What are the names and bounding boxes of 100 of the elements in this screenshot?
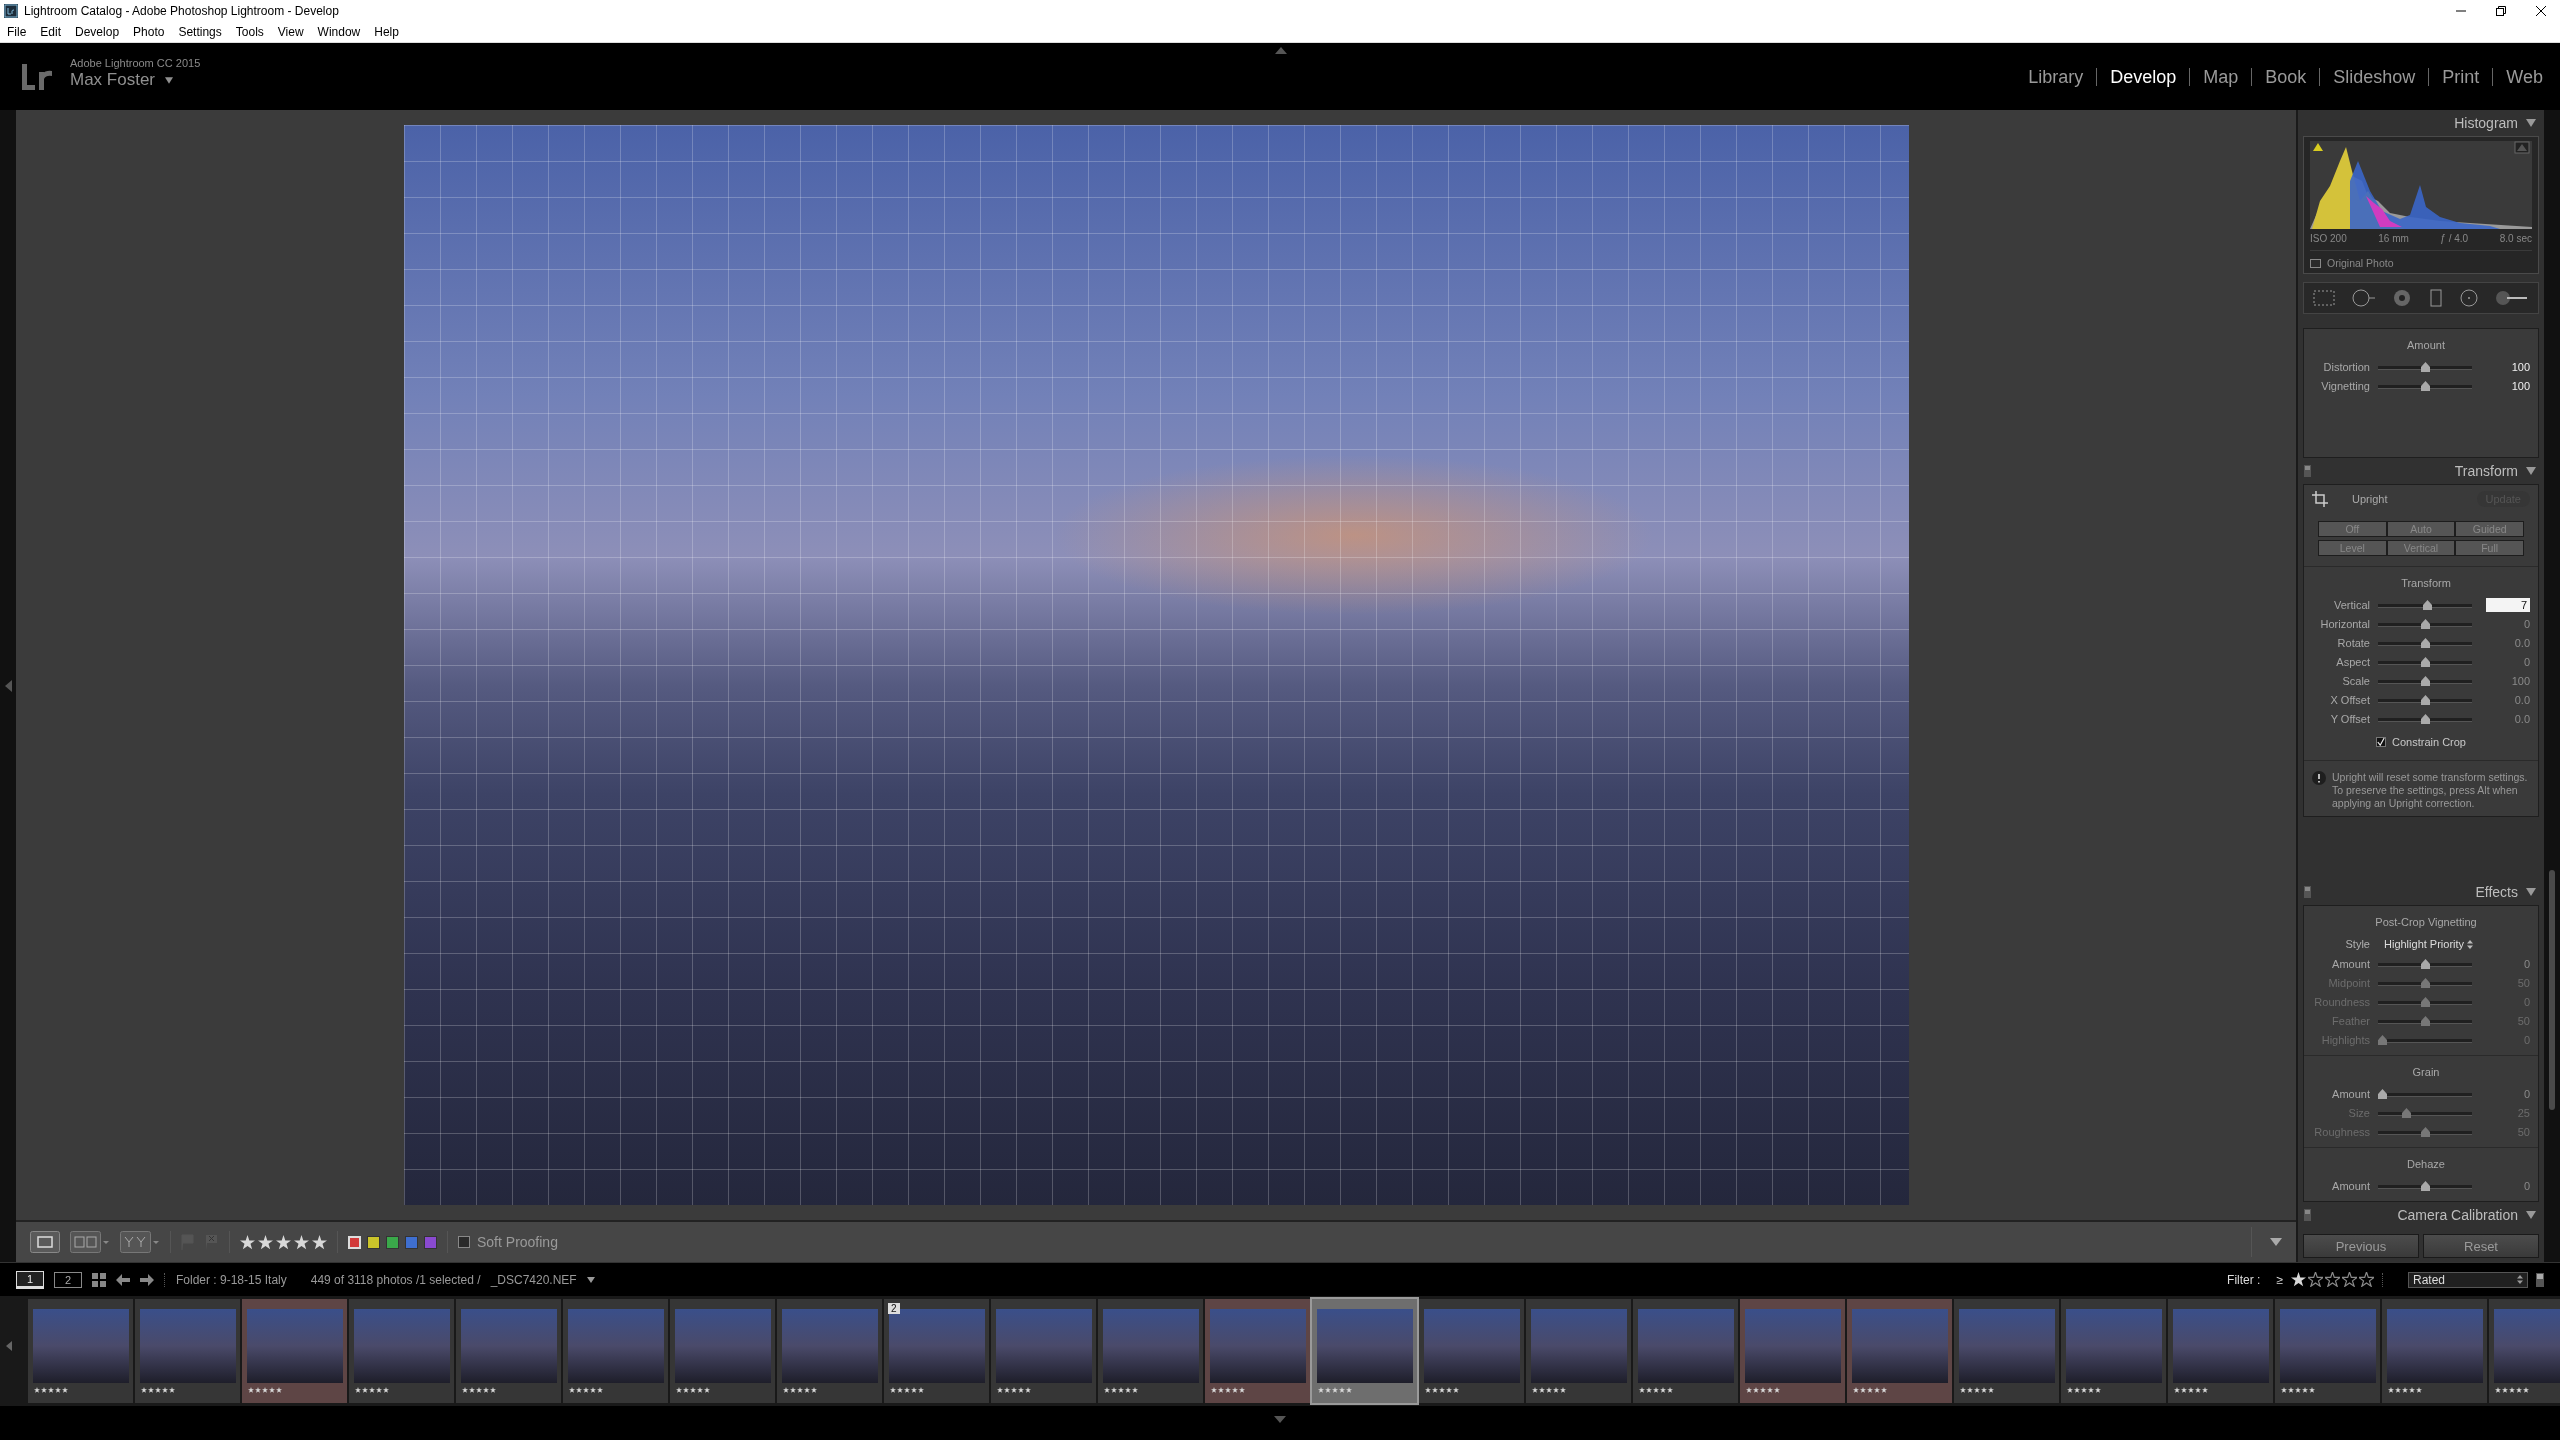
radial-filter-icon[interactable] bbox=[2459, 289, 2478, 307]
before-after-icon[interactable] bbox=[120, 1231, 160, 1253]
filter-operator[interactable]: ≥ bbox=[2276, 1272, 2283, 1287]
module-tab[interactable]: Library bbox=[2015, 67, 2097, 86]
file-name[interactable]: _DSC7420.NEF bbox=[490, 1272, 577, 1287]
spot-removal-icon[interactable] bbox=[2352, 289, 2376, 307]
panel-title[interactable]: Effects bbox=[2475, 884, 2518, 900]
slider-thumb[interactable] bbox=[2420, 958, 2430, 969]
restore-icon[interactable] bbox=[2496, 5, 2506, 16]
color-label-swatch[interactable] bbox=[405, 1235, 418, 1249]
module-tab[interactable]: Book bbox=[2251, 67, 2320, 86]
thumbnail-cell[interactable]: 2 bbox=[884, 1299, 989, 1403]
expand-arrow-icon[interactable] bbox=[4, 680, 12, 692]
value-field[interactable]: 7 bbox=[2486, 597, 2530, 612]
thumbnail-cell[interactable] bbox=[1526, 1299, 1631, 1403]
brush-icon[interactable] bbox=[2495, 290, 2530, 306]
checkbox[interactable] bbox=[458, 1236, 470, 1248]
scrollbar-thumb-icon[interactable] bbox=[2549, 870, 2555, 1110]
thumbnail-cell[interactable] bbox=[349, 1299, 454, 1403]
panel-switch-icon[interactable] bbox=[2304, 465, 2311, 477]
thumbnail-cell[interactable] bbox=[777, 1299, 882, 1403]
module-tab[interactable]: Web bbox=[2492, 67, 2556, 86]
panel-title[interactable]: Transform bbox=[2454, 463, 2518, 479]
crop-icon[interactable] bbox=[2312, 491, 2328, 507]
slider-thumb[interactable] bbox=[2378, 1088, 2387, 1099]
collapse-icon[interactable] bbox=[2526, 888, 2536, 896]
crop-overlay-icon[interactable] bbox=[2312, 290, 2335, 306]
user-name[interactable]: Max Foster bbox=[70, 70, 156, 90]
menu-item[interactable]: Photo bbox=[126, 24, 172, 39]
dropdown-icon[interactable] bbox=[586, 1276, 595, 1283]
slider-thumb[interactable] bbox=[2420, 656, 2430, 667]
menu-item[interactable]: Window bbox=[310, 24, 368, 39]
slider-thumb[interactable] bbox=[2420, 1180, 2430, 1191]
thumbnail-cell[interactable] bbox=[242, 1299, 347, 1403]
menu-item[interactable]: Settings bbox=[171, 24, 229, 39]
checkbox[interactable] bbox=[2376, 737, 2386, 747]
collapse-icon[interactable] bbox=[2526, 119, 2536, 127]
filter-preset-dropdown[interactable]: Rated bbox=[2408, 1271, 2528, 1288]
source-label[interactable]: Folder : 9-18-15 Italy bbox=[176, 1272, 287, 1287]
filter-switch-icon[interactable] bbox=[2536, 1272, 2544, 1287]
collapse-arrow-icon[interactable] bbox=[1275, 47, 1287, 54]
module-tab[interactable]: Map bbox=[2189, 67, 2252, 86]
thumbnail-cell[interactable] bbox=[1740, 1299, 1845, 1403]
module-tab[interactable]: Print bbox=[2428, 67, 2493, 86]
menu-item[interactable]: File bbox=[0, 24, 34, 39]
panel-title[interactable]: Histogram bbox=[2454, 115, 2518, 131]
thumbnail-cell[interactable] bbox=[670, 1299, 775, 1403]
panel-switch-icon[interactable] bbox=[2304, 886, 2311, 898]
grid-view-icon[interactable] bbox=[92, 1272, 106, 1287]
window-button[interactable]: 2 bbox=[54, 1271, 82, 1288]
checkbox[interactable] bbox=[2310, 258, 2321, 268]
panel-button[interactable]: Previous bbox=[2303, 1234, 2419, 1258]
collapse-icon[interactable] bbox=[2526, 1211, 2536, 1219]
clipping-indicator-icon[interactable] bbox=[2514, 141, 2530, 154]
style-dropdown[interactable]: Highlight Priority bbox=[2384, 938, 2474, 950]
before-after-icon[interactable] bbox=[70, 1231, 110, 1253]
loupe-view-icon[interactable] bbox=[30, 1231, 60, 1253]
close-icon[interactable] bbox=[2536, 5, 2546, 16]
menu-item[interactable]: Edit bbox=[33, 24, 69, 39]
pupil-circle-icon[interactable] bbox=[2393, 289, 2412, 307]
dropdown-icon[interactable] bbox=[2270, 1238, 2282, 1246]
thumbnail-cell[interactable] bbox=[135, 1299, 240, 1403]
collapse-icon[interactable] bbox=[2526, 467, 2536, 475]
menu-item[interactable]: Help bbox=[367, 24, 406, 39]
slider-thumb[interactable] bbox=[2420, 361, 2430, 372]
menu-item[interactable]: View bbox=[270, 24, 311, 39]
back-arrow-icon[interactable] bbox=[116, 1273, 130, 1286]
thumbnail-cell[interactable] bbox=[1954, 1299, 2059, 1403]
module-tab[interactable]: Slideshow bbox=[2319, 67, 2429, 86]
thumbnail-cell[interactable] bbox=[1633, 1299, 1738, 1403]
thumbnail-cell[interactable] bbox=[991, 1299, 1096, 1403]
panel-title[interactable]: Camera Calibration bbox=[2397, 1207, 2518, 1223]
panel-switch-icon[interactable] bbox=[2304, 1209, 2311, 1221]
thumbnail-cell[interactable] bbox=[563, 1299, 668, 1403]
window-button[interactable]: 1 bbox=[16, 1270, 44, 1289]
graduated-filter-icon[interactable] bbox=[2428, 289, 2443, 307]
thumbnail-cell[interactable] bbox=[2382, 1299, 2487, 1403]
module-tab[interactable]: Develop bbox=[2096, 67, 2190, 86]
thumbnail-cell[interactable] bbox=[2275, 1299, 2380, 1403]
thumbnail-cell[interactable] bbox=[456, 1299, 561, 1403]
color-label-swatch[interactable] bbox=[386, 1235, 399, 1249]
scroll-left-icon[interactable] bbox=[6, 1341, 12, 1351]
expand-arrow-icon[interactable] bbox=[1274, 1416, 1286, 1423]
thumbnail-cell[interactable] bbox=[2168, 1299, 2273, 1403]
thumbnail-cell[interactable] bbox=[1847, 1299, 1952, 1403]
slider-thumb[interactable] bbox=[2420, 675, 2430, 686]
thumbnail-cell[interactable] bbox=[1205, 1299, 1310, 1403]
menu-item[interactable]: Tools bbox=[228, 24, 271, 39]
thumbnail-cell[interactable] bbox=[1098, 1299, 1203, 1403]
thumbnail-cell[interactable] bbox=[1312, 1299, 1417, 1403]
slider-thumb[interactable] bbox=[2420, 618, 2430, 629]
slider-thumb[interactable] bbox=[2423, 599, 2433, 610]
slider-thumb[interactable] bbox=[2420, 380, 2430, 391]
menu-item[interactable]: Develop bbox=[68, 24, 127, 39]
thumbnail-cell[interactable] bbox=[1419, 1299, 1524, 1403]
slider-thumb[interactable] bbox=[2420, 637, 2430, 648]
color-label-swatch[interactable] bbox=[367, 1235, 380, 1249]
dropdown-icon[interactable] bbox=[165, 76, 174, 84]
thumbnail-cell[interactable] bbox=[28, 1299, 133, 1403]
panel-button[interactable]: Reset bbox=[2423, 1234, 2539, 1258]
